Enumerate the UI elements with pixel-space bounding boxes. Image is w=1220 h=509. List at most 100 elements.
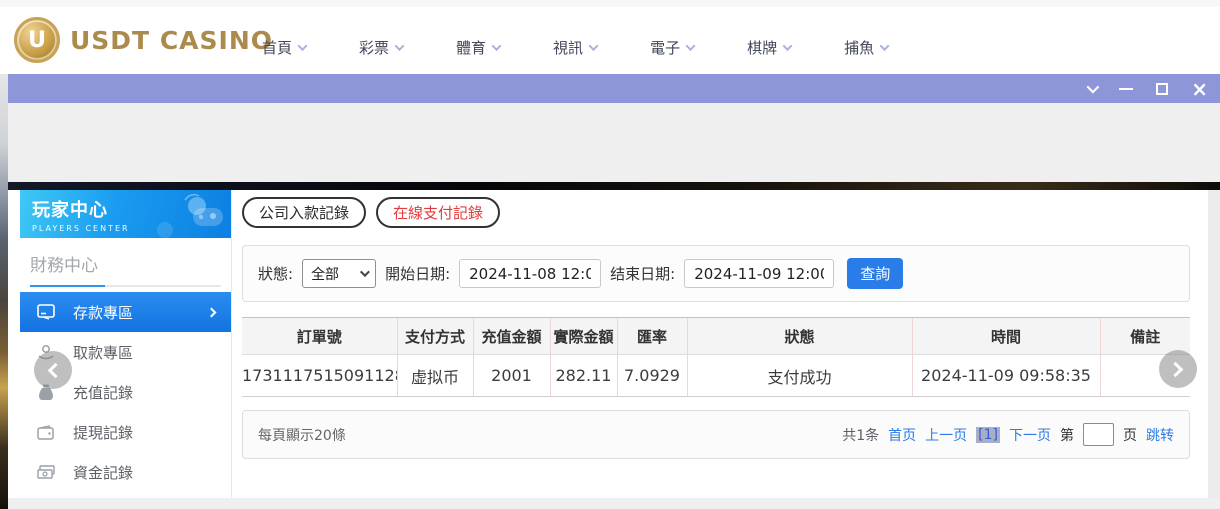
window-blank-area [8,103,1220,182]
table-row: 1731117515091128 虚拟币 2001 282.11 7.0929 … [242,355,1190,397]
pagination-controls: 共1条 首页 上一页 [1] 下一页 第 页 跳转 [842,423,1174,446]
menu-item-label: 體育 [456,37,486,58]
col-header-order-id: 訂單號 [242,318,397,355]
logo-icon: U [14,17,60,63]
records-table: 訂單號 支付方式 充值金額 實際金額 匯率 狀態 時間 備註 [242,317,1190,397]
menu-item-label: 彩票 [359,37,389,58]
withdrawal-wallet-icon [36,422,56,442]
funds-banknote-icon [36,462,56,482]
cell-rate: 7.0929 [617,355,687,397]
end-date-input[interactable] [684,259,834,288]
start-date-input[interactable] [459,259,601,288]
prev-arrow-icon [48,362,64,378]
chevron-down-icon [492,41,502,51]
menu-item-label: 首頁 [262,37,292,58]
col-header-time: 時間 [912,318,1100,355]
next-page-link[interactable]: 下一页 [1009,425,1051,445]
select-chevron-icon [360,267,370,277]
prev-page-link[interactable]: 上一页 [925,425,967,445]
query-button[interactable]: 查詢 [847,258,903,289]
cell-order-id: 1731117515091128 [242,355,397,397]
sidebar-item-label: 存款專區 [73,302,133,323]
cell-pay-method: 虚拟币 [397,355,473,397]
page-size-text: 每頁顯示20條 [258,425,346,445]
prev-arrow-button[interactable] [34,351,72,389]
gamepad-icon [141,192,227,238]
menu-item-fishing[interactable]: 捕魚 [844,37,888,58]
chevron-down-icon [686,41,696,51]
logo-letter: U [28,28,46,53]
sidebar-menu: 存款專區 取款專區 充值記錄 [20,292,231,492]
main-menu: 首頁 彩票 體育 視訊 電子 棋牌 [262,14,888,81]
end-date-label: 结束日期: [610,263,675,284]
site-logo[interactable]: U USDT CASINO [14,17,273,63]
current-page-badge[interactable]: [1] [976,427,1000,443]
sidebar-section-title: 財務中心 [30,251,221,276]
jump-prefix-label: 第 [1060,425,1074,445]
sidebar-section-underline [30,285,221,287]
chevron-right-icon [207,307,217,317]
cell-time: 2024-11-09 09:58:35 [912,355,1100,397]
sidebar-item-label: 充值記錄 [73,382,133,403]
table-header-row: 訂單號 支付方式 充值金額 實際金額 匯率 狀態 時間 備註 [242,318,1190,355]
record-tabs: 公司入款記錄 在線支付記錄 [242,197,500,228]
chevron-down-icon [395,41,405,51]
chevron-down-icon [298,41,308,51]
sidebar-item-funds-record[interactable]: 資金記錄 [20,452,231,492]
minimize-icon[interactable] [1119,88,1133,90]
col-header-actual-amount: 實際金額 [550,318,617,355]
col-header-rate: 匯率 [617,318,687,355]
status-select-value: 全部 [311,264,339,284]
menu-item-label: 捕魚 [844,37,874,58]
page: U USDT CASINO 首頁 彩票 體育 視訊 電子 [0,0,1220,509]
first-page-link[interactable]: 首页 [888,425,916,445]
col-header-recharge-amount: 充值金額 [473,318,550,355]
pagination-bar: 每頁顯示20條 共1条 首页 上一页 [1] 下一页 第 页 跳转 [242,410,1190,459]
menu-item-sports[interactable]: 體育 [456,37,500,58]
tab-company-deposit-record[interactable]: 公司入款記錄 [242,197,366,228]
col-header-remark: 備註 [1100,318,1190,355]
status-label: 狀態: [258,263,293,284]
sidebar-header: 玩家中心 PLAYERS CENTER [20,190,231,238]
jump-suffix-label: 页 [1123,425,1137,445]
menu-item-slots[interactable]: 電子 [650,37,694,58]
sidebar-item-deposit-zone[interactable]: 存款專區 [20,292,231,332]
window-titlebar: × [8,74,1220,103]
menu-item-live[interactable]: 視訊 [553,37,597,58]
menu-item-label: 棋牌 [747,37,777,58]
right-gutter [1208,190,1220,498]
next-arrow-button[interactable] [1159,350,1197,388]
col-header-status: 狀態 [687,318,912,355]
menu-item-label: 電子 [650,37,680,58]
sidebar: 玩家中心 PLAYERS CENTER 財務中心 [20,190,232,498]
menu-item-home[interactable]: 首頁 [262,37,306,58]
close-icon[interactable]: × [1191,80,1208,98]
chevron-down-icon [589,41,599,51]
maximize-icon[interactable] [1156,83,1168,95]
banner-strip [8,182,1220,190]
window-bottom-strip [8,498,1220,509]
chevron-down-icon [880,41,890,51]
window-controls: × [1087,74,1208,103]
main-panel: 公司入款記錄 在線支付記錄 狀態: 全部 開始日期: 结束日期: 查詢 [242,190,1190,498]
tab-online-payment-record[interactable]: 在線支付記錄 [376,197,500,228]
cell-actual-amount: 282.11 [550,355,617,397]
sidebar-item-label: 提現記錄 [73,422,133,443]
window-chevron-icon[interactable] [1087,81,1100,94]
records-table-wrap: 訂單號 支付方式 充值金額 實際金額 匯率 狀態 時間 備註 [242,317,1190,397]
player-center-window: × 玩家中心 PLAYERS CENTER [8,74,1220,509]
sidebar-item-withdrawal-record[interactable]: 提現記錄 [20,412,231,452]
jump-button[interactable]: 跳转 [1146,425,1174,445]
menu-item-label: 視訊 [553,37,583,58]
cell-recharge-amount: 2001 [473,355,550,397]
deposit-card-icon [36,302,56,322]
jump-page-input[interactable] [1083,423,1114,446]
filter-bar: 狀態: 全部 開始日期: 结束日期: 查詢 [242,245,1190,302]
next-arrow-icon [1168,361,1184,377]
window-content: 玩家中心 PLAYERS CENTER 財務中心 [8,190,1220,498]
status-select[interactable]: 全部 [302,259,376,288]
menu-item-chess[interactable]: 棋牌 [747,37,791,58]
menu-item-lottery[interactable]: 彩票 [359,37,403,58]
chevron-down-icon [783,41,793,51]
logo-text: USDT CASINO [70,26,273,55]
